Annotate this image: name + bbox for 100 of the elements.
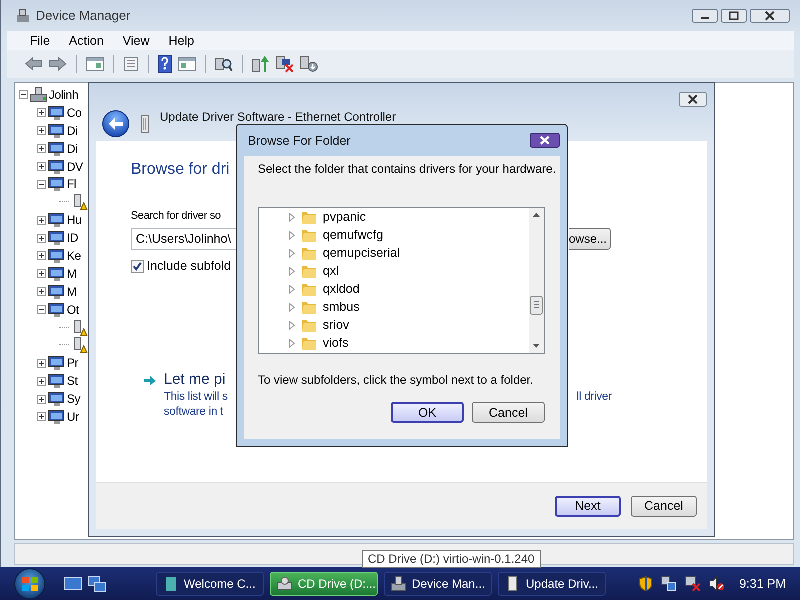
pane-icon[interactable] [86,57,104,71]
computer-icon [30,86,48,103]
back-arrow-icon[interactable] [25,57,43,71]
document-icon [163,576,179,592]
expand-icon[interactable] [37,126,46,136]
expand-icon[interactable] [37,358,46,368]
cancel-button[interactable]: Cancel [631,496,697,516]
scan-icon[interactable] [215,56,233,72]
menu-item[interactable]: View [122,34,160,48]
desktop-icon[interactable] [64,576,82,592]
device-icon [48,122,66,139]
tree-item[interactable]: Sy [67,392,80,406]
next-button[interactable]: Next [555,496,621,516]
tree-item[interactable]: ID [67,231,78,246]
taskbar-button[interactable]: Update Driv... [498,572,606,596]
device-icon [48,248,66,264]
tree-item[interactable]: Ke [67,248,82,263]
option-link[interactable]: Let me pi [164,371,226,388]
tree-item[interactable]: St [67,374,78,388]
folder-item[interactable]: qemufwcfg [323,228,384,242]
folder-icon [301,227,317,243]
folder-item[interactable]: qxldod [323,282,360,296]
taskbar-button[interactable]: Device Man... [384,572,492,596]
tree-item[interactable]: Ot [67,302,80,317]
expand-icon[interactable] [37,108,46,118]
folder-item[interactable]: smbus [323,300,360,314]
expand-icon[interactable] [37,394,46,404]
tree-item[interactable]: Di [67,142,78,156]
back-button[interactable] [102,110,130,138]
collapse-icon[interactable] [19,90,28,100]
tree-item[interactable]: Di [67,124,78,138]
tree-item[interactable]: Ur [67,410,80,424]
menu-item[interactable]: Action [68,34,114,48]
collapse-icon[interactable] [37,305,46,314]
browse-button[interactable]: owse... [569,228,611,250]
device-icon [48,302,66,318]
folder-item[interactable]: qemupciserial [323,246,400,260]
window-title: Device Manager [36,8,131,23]
field-label: Search for driver so [131,210,221,222]
menu-item[interactable]: Help [168,34,204,48]
disable-icon[interactable] [276,55,294,73]
device-icon [48,266,66,282]
device-icon [48,212,66,228]
expand-icon[interactable] [37,162,46,171]
minimize-button[interactable] [692,9,718,23]
close-button[interactable] [679,92,707,107]
shield-icon[interactable] [639,576,654,592]
instruction-text: Select the folder that contains drivers for your hardware. [258,162,558,176]
checkbox-checked[interactable] [131,260,144,272]
maximize-button[interactable] [721,9,747,23]
tooltip: CD Drive (D:) virtio-win-0.1.240 [362,550,541,568]
collapse-icon[interactable] [37,180,46,189]
menu-item[interactable]: File [29,34,60,48]
folder-icon [301,281,317,297]
ok-button[interactable]: OK [391,402,464,423]
expand-icon[interactable] [37,376,46,386]
tree-item[interactable]: DV [67,160,84,174]
folder-icon [301,245,317,261]
hint-text: To view subfolders, click the symbol next to a folder. [258,373,534,387]
close-button[interactable] [750,9,790,23]
folder-icon [301,335,317,351]
tree-item[interactable]: Jolinh [49,88,79,102]
forward-arrow-icon[interactable] [49,57,67,71]
windows-icon[interactable] [88,576,106,592]
folder-icon [301,317,317,333]
properties-icon[interactable] [123,56,139,72]
close-button[interactable] [530,133,560,148]
tree-item[interactable]: Hu [67,213,82,228]
tree-item[interactable]: Pr [67,356,78,370]
tree-item[interactable]: Co [67,106,82,120]
expand-icon[interactable] [37,144,46,154]
speaker-muted-icon[interactable] [709,576,726,592]
network-icon[interactable] [661,576,678,592]
expand-icon[interactable] [37,234,46,243]
expand-icon[interactable] [37,251,46,260]
tree-item[interactable]: Fl [67,177,76,192]
update-icon[interactable] [252,55,270,73]
option-description: software in t [164,405,224,420]
folder-item[interactable]: pvpanic [323,210,366,224]
tree-item[interactable]: M [67,284,77,299]
tree-item[interactable]: M [67,266,77,281]
device-icon [48,104,66,121]
taskbar-button[interactable]: CD Drive (D:... [270,572,378,596]
folder-item[interactable]: sriov [323,318,350,332]
expand-icon[interactable] [37,412,46,422]
cancel-button[interactable]: Cancel [472,402,545,423]
network-disconnected-icon[interactable] [685,576,702,592]
help-icon[interactable] [158,55,172,73]
expand-icon[interactable] [37,269,46,278]
folder-item[interactable]: qxl [323,264,339,278]
option-description: ll driver [576,390,612,405]
expand-icon[interactable] [37,216,46,225]
clock: 9:31 PM [739,576,786,590]
uninstall-icon[interactable] [300,55,318,73]
window-title: Update Driver Software - Ethernet Controller [160,110,396,124]
taskbar-button[interactable]: Welcome C... [156,572,264,596]
page-heading: Browse for dri [131,161,230,179]
pane-icon[interactable] [178,57,196,71]
folder-item[interactable]: viofs [323,336,349,350]
expand-icon[interactable] [37,287,46,296]
